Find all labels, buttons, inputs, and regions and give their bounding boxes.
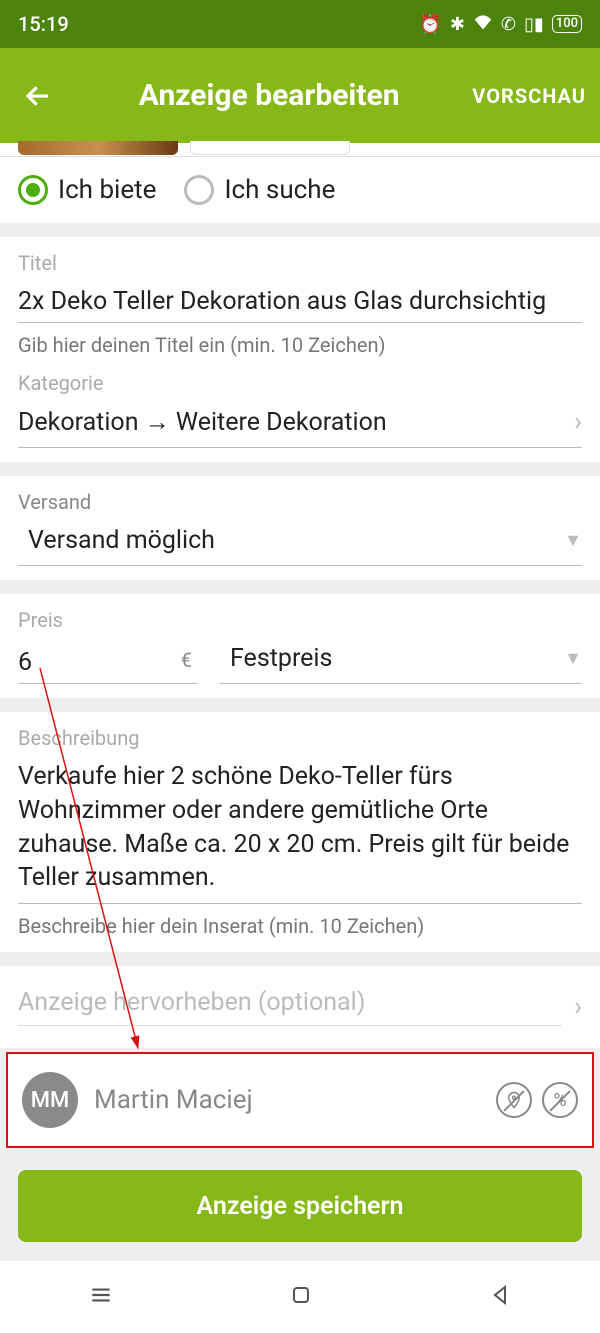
status-time: 15:19 — [18, 12, 69, 36]
user-name: Martin Maciej — [94, 1085, 480, 1115]
nav-home-icon[interactable] — [289, 1283, 313, 1311]
title-label: Titel — [18, 251, 582, 275]
category-value: Dekoration → Weitere Dekoration — [18, 408, 387, 437]
volte-icon: ✆ — [501, 14, 516, 35]
price-type-value: Festpreis — [230, 644, 332, 673]
description-section: Beschreibung Verkaufe hier 2 schöne Deko… — [0, 712, 600, 952]
caret-down-icon: ▼ — [564, 648, 582, 669]
description-input[interactable]: Verkaufe hier 2 schöne Deko-Teller fürs … — [18, 756, 582, 904]
add-image-placeholder[interactable] — [190, 141, 350, 155]
save-button[interactable]: Anzeige speichern — [18, 1170, 582, 1242]
save-button-label: Anzeige speichern — [197, 1192, 404, 1221]
title-input[interactable] — [18, 281, 582, 323]
radio-offer[interactable]: Ich biete — [18, 175, 156, 205]
wifi-icon — [473, 14, 493, 35]
preview-button[interactable]: VORSCHAU — [472, 84, 590, 108]
bluetooth-icon: ✱ — [450, 14, 465, 35]
user-settings-icons: % — [496, 1082, 578, 1118]
price-section: Preis € Festpreis ▼ — [0, 594, 600, 698]
radio-selected-icon — [18, 175, 48, 205]
user-profile-row[interactable]: MM Martin Maciej % — [6, 1052, 594, 1148]
caret-down-icon: ▼ — [564, 530, 582, 551]
map-pin-disabled-icon — [496, 1082, 532, 1118]
image-picker-strip[interactable] — [0, 143, 600, 157]
back-button[interactable] — [10, 81, 66, 111]
page-title: Anzeige bearbeiten — [66, 78, 472, 113]
category-label: Kategorie — [18, 371, 582, 395]
shipping-value: Versand möglich — [28, 526, 215, 555]
shipping-section: Versand Versand möglich ▼ — [0, 476, 600, 580]
description-helper: Beschreibe hier dein Inserat (min. 10 Ze… — [18, 914, 582, 938]
highlight-label: Anzeige hervorheben (optional) — [18, 988, 562, 1026]
listing-type-radios: Ich biete Ich suche — [0, 157, 600, 223]
system-nav-bar — [0, 1261, 600, 1333]
battery-indicator: 100 — [552, 15, 582, 33]
shipping-label: Versand — [18, 490, 582, 514]
alarm-icon: ⏰ — [419, 14, 441, 35]
radio-unselected-icon — [184, 175, 214, 205]
nav-back-icon[interactable] — [488, 1283, 512, 1311]
radio-offer-label: Ich biete — [58, 175, 156, 205]
thumbnail-image[interactable] — [18, 141, 178, 155]
radio-search-label: Ich suche — [224, 175, 335, 205]
signal-icon: ▯▮ — [524, 14, 544, 35]
price-input[interactable] — [18, 642, 198, 684]
chevron-right-icon: › — [574, 992, 582, 1022]
percent-disabled-icon: % — [542, 1082, 578, 1118]
avatar: MM — [22, 1072, 78, 1128]
description-label: Beschreibung — [18, 726, 582, 750]
price-label: Preis — [18, 608, 582, 632]
nav-recent-icon[interactable] — [88, 1282, 114, 1312]
category-select[interactable]: Dekoration → Weitere Dekoration › — [18, 401, 582, 448]
app-bar: Anzeige bearbeiten VORSCHAU — [0, 48, 600, 143]
status-bar: 15:19 ⏰ ✱ ✆ ▯▮ 100 — [0, 0, 600, 48]
price-type-select[interactable]: Festpreis ▼ — [220, 638, 582, 684]
highlight-listing-row[interactable]: Anzeige hervorheben (optional) › — [0, 966, 600, 1048]
title-section: Titel Gib hier deinen Titel ein (min. 10… — [0, 237, 600, 462]
chevron-right-icon: › — [574, 407, 582, 437]
radio-search[interactable]: Ich suche — [184, 175, 335, 205]
status-icons: ⏰ ✱ ✆ ▯▮ 100 — [419, 14, 582, 35]
title-helper: Gib hier deinen Titel ein (min. 10 Zeich… — [18, 333, 582, 357]
shipping-select[interactable]: Versand möglich ▼ — [18, 520, 582, 566]
currency-symbol: € — [181, 648, 192, 672]
